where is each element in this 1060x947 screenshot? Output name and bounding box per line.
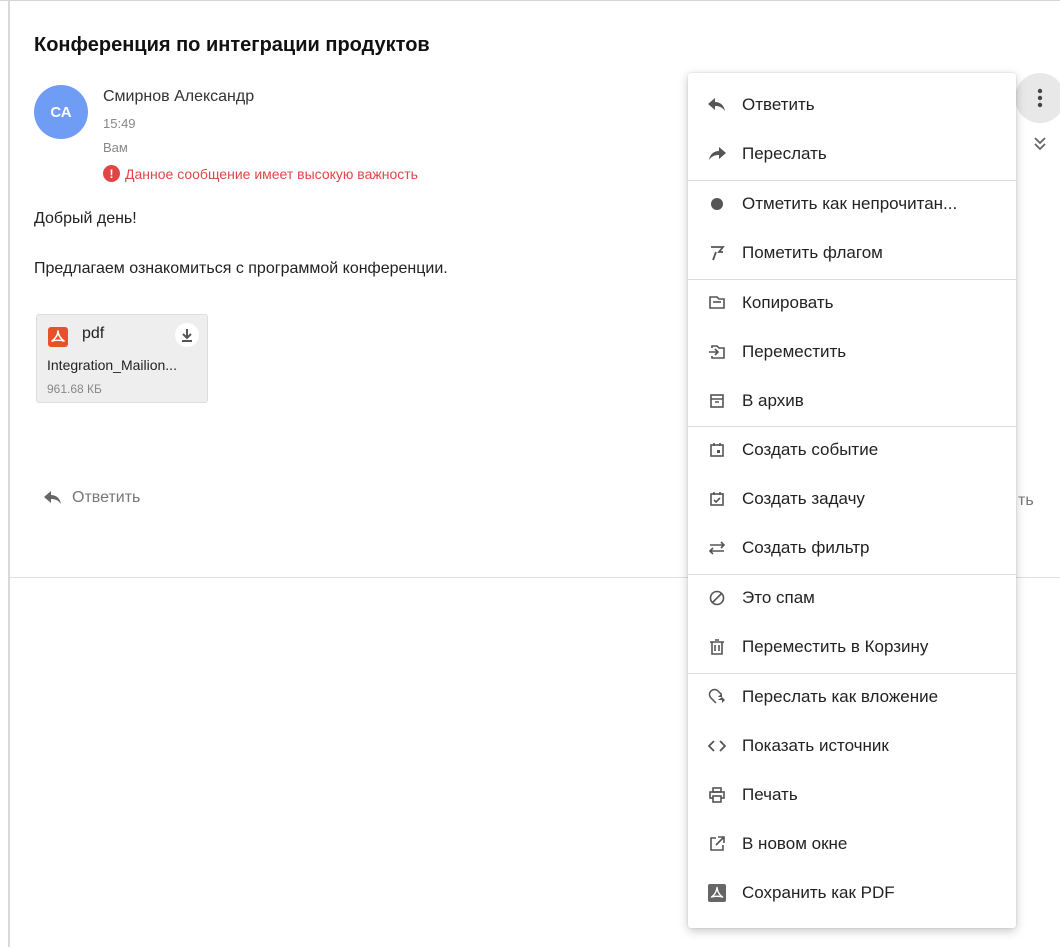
menu-item-label: В архив: [742, 391, 804, 410]
menu-item-save-pdf[interactable]: Сохранить как PDF: [688, 871, 1016, 915]
menu-item-label: Показать источник: [742, 736, 889, 755]
menu-item-label: Это спам: [742, 588, 815, 607]
menu-item-label: Переслать как вложение: [742, 687, 939, 706]
menu-item-spam[interactable]: Это спам: [688, 576, 1016, 620]
download-icon[interactable]: [175, 323, 199, 347]
menu-item-label: Переместить в Корзину: [742, 637, 929, 656]
attachment-name: Integration_Mailion...: [47, 357, 177, 373]
attachment-card[interactable]: pdf Integration_Mailion... 961.68 КБ: [36, 314, 208, 403]
code-icon: [706, 735, 728, 757]
reply-icon: [706, 94, 728, 116]
menu-item-show-source[interactable]: Показать источник: [688, 724, 1016, 768]
message-subject: Конференция по интеграции продуктов: [34, 34, 430, 56]
menu-item-label: Пометить флагом: [742, 243, 883, 262]
reply-all-button-partial[interactable]: ть: [1018, 492, 1034, 510]
menu-separator: [688, 574, 1016, 575]
pdf-icon: [48, 327, 68, 347]
more-actions-button[interactable]: [1015, 73, 1060, 123]
menu-item-mark-unread[interactable]: Отметить как непрочитан...: [688, 182, 1016, 226]
filter-icon: [706, 537, 728, 559]
menu-item-flag[interactable]: Пометить флагом: [688, 231, 1016, 275]
menu-item-label: Создать событие: [742, 440, 879, 459]
menu-separator: [688, 180, 1016, 181]
recipient: Вам: [103, 140, 128, 155]
menu-item-new-window[interactable]: В новом окне: [688, 822, 1016, 866]
menu-item-label: Печать: [742, 785, 798, 804]
message-greeting: Добрый день!: [34, 210, 137, 227]
unread-dot-icon: [706, 193, 728, 215]
importance-notice: ! Данное сообщение имеет высокую важност…: [103, 165, 418, 182]
menu-item-move[interactable]: Переместить: [688, 330, 1016, 374]
attachment-size: 961.68 КБ: [47, 382, 102, 396]
menu-item-reply[interactable]: Ответить: [688, 83, 1016, 127]
archive-icon: [706, 390, 728, 412]
copy-icon: [706, 292, 728, 314]
new-window-icon: [706, 833, 728, 855]
menu-item-create-task[interactable]: Создать задачу: [688, 477, 1016, 521]
menu-item-label: Ответить: [742, 95, 815, 114]
reply-icon: [44, 491, 61, 504]
menu-item-label: Переслать: [742, 144, 827, 163]
menu-item-label: Копировать: [742, 293, 834, 312]
menu-item-label: Создать задачу: [742, 489, 865, 508]
sender-name[interactable]: Смирнов Александр: [103, 88, 254, 106]
menu-item-forward-attachment[interactable]: Переслать как вложение: [688, 675, 1016, 719]
message-time: 15:49: [103, 116, 136, 131]
menu-item-forward[interactable]: Переслать: [688, 132, 1016, 176]
avatar[interactable]: СА: [34, 85, 88, 139]
attachment-type: pdf: [82, 325, 105, 342]
forward-attachment-icon: [706, 686, 728, 708]
reply-button-label: Ответить: [72, 489, 141, 506]
trash-icon: [706, 636, 728, 658]
exclamation-icon: !: [103, 165, 120, 182]
menu-item-create-filter[interactable]: Создать фильтр: [688, 526, 1016, 570]
message-body: Предлагаем ознакомиться с программой кон…: [34, 260, 448, 277]
window-left-border: [8, 0, 10, 947]
calendar-event-icon: [706, 439, 728, 461]
window-top-border: [0, 0, 1060, 10]
importance-text: Данное сообщение имеет высокую важность: [125, 165, 418, 182]
menu-item-label: Создать фильтр: [742, 538, 870, 557]
reply-button[interactable]: Ответить: [44, 489, 140, 507]
menu-item-copy[interactable]: Копировать: [688, 281, 1016, 325]
flag-icon: [706, 242, 728, 264]
forward-icon: [706, 143, 728, 165]
task-icon: [706, 488, 728, 510]
menu-item-label: Переместить: [742, 342, 847, 361]
menu-item-trash[interactable]: Переместить в Корзину: [688, 625, 1016, 669]
menu-separator: [688, 426, 1016, 427]
move-icon: [706, 341, 728, 363]
menu-item-archive[interactable]: В архив: [688, 379, 1016, 423]
menu-item-print[interactable]: Печать: [688, 773, 1016, 817]
menu-item-label: В новом окне: [742, 834, 848, 853]
menu-separator: [688, 279, 1016, 280]
context-menu: Ответить Переслать Отметить как непрочит…: [688, 73, 1016, 928]
pdf-icon: [706, 882, 728, 904]
print-icon: [706, 784, 728, 806]
spam-icon: [706, 587, 728, 609]
menu-separator: [688, 673, 1016, 674]
menu-item-label: Сохранить как PDF: [742, 883, 895, 902]
vertical-dots-icon: [1037, 88, 1043, 108]
menu-item-label: Отметить как непрочитан...: [742, 194, 958, 213]
menu-item-create-event[interactable]: Создать событие: [688, 428, 1016, 472]
double-chevron-down-icon[interactable]: [1031, 135, 1049, 153]
